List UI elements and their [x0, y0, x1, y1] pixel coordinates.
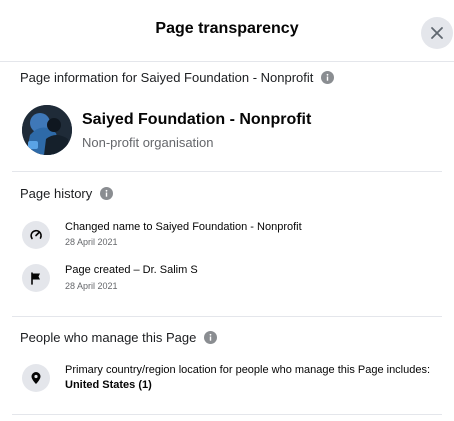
- section-divider: [12, 414, 442, 415]
- page-avatar[interactable]: [22, 105, 72, 155]
- close-icon: [431, 27, 443, 39]
- info-icon[interactable]: [100, 187, 114, 200]
- page-info-heading-text: Page information for Saiyed Foundation -…: [20, 70, 314, 85]
- section-divider: [12, 171, 442, 172]
- page-transparency-dialog: Page transparency Page information for S…: [0, 0, 454, 421]
- managers-heading: People who manage this Page: [20, 330, 218, 345]
- info-icon[interactable]: [321, 71, 335, 84]
- managers-country: United States (1): [65, 379, 152, 391]
- history-item-text: Changed name to Saiyed Foundation - Nonp…: [65, 221, 302, 233]
- flag-icon: [22, 264, 50, 292]
- page-history-heading: Page history: [20, 186, 114, 201]
- managers-description: Primary country/region location for peop…: [65, 363, 445, 393]
- location-pin-icon: [22, 364, 50, 392]
- page-category: Non-profit organisation: [82, 135, 214, 150]
- dialog-header: Page transparency: [0, 0, 454, 62]
- managers-description-text: Primary country/region location for peop…: [65, 364, 431, 376]
- page-info-heading: Page information for Saiyed Foundation -…: [20, 70, 335, 85]
- close-button[interactable]: [421, 17, 453, 49]
- dialog-title: Page transparency: [155, 20, 299, 37]
- section-divider: [12, 316, 442, 317]
- managers-heading-text: People who manage this Page: [20, 330, 197, 345]
- history-item-date: 28 April 2021: [65, 281, 118, 291]
- history-item-date: 28 April 2021: [65, 237, 118, 247]
- page-name[interactable]: Saiyed Foundation - Nonprofit: [82, 111, 311, 129]
- page-history-heading-text: Page history: [20, 186, 93, 201]
- name-change-icon: [22, 221, 50, 249]
- info-icon[interactable]: [204, 331, 218, 344]
- history-item-text: Page created – Dr. Salim S: [65, 264, 198, 276]
